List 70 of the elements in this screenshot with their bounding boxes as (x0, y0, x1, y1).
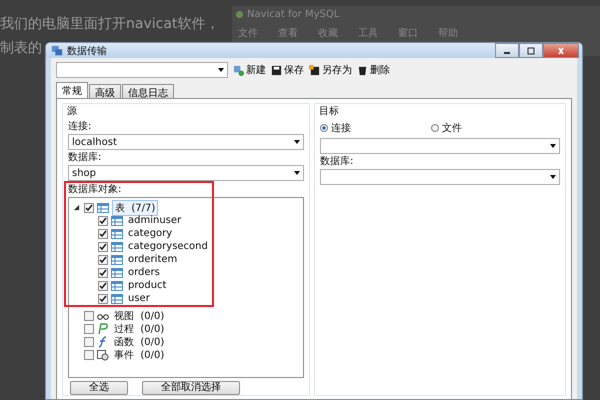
field-label: 数据库: (320, 156, 354, 168)
article-text: 制表的 (0, 39, 42, 58)
checkbox[interactable] (84, 350, 94, 360)
table-icon (111, 240, 123, 252)
tree-item[interactable]: adminuser (126, 215, 184, 226)
table-icon (111, 228, 123, 240)
checkbox[interactable] (98, 228, 108, 238)
checkbox[interactable] (98, 216, 108, 226)
toolbar-button[interactable]: 删除 (357, 63, 390, 77)
radio-option[interactable]: 连接 (320, 121, 351, 135)
new-file-icon (233, 64, 244, 76)
tree-item[interactable]: 视图 (0/0) (112, 308, 166, 322)
tab[interactable]: 常规 (56, 82, 88, 98)
table-icon (111, 280, 123, 292)
app-title: Navicat for MySQL (247, 8, 340, 20)
table-icon (111, 292, 123, 304)
function-icon (97, 336, 109, 348)
field-label: 数据库对象: (68, 184, 122, 195)
checkbox[interactable] (84, 324, 94, 334)
toolbar-button[interactable]: 保存 (271, 63, 304, 77)
checkbox[interactable] (98, 254, 108, 264)
window-title: 数据传输 (67, 44, 107, 58)
field-label: 连接: (68, 121, 92, 133)
tree-item[interactable]: 过程 (0/0) (112, 322, 166, 336)
tree-item[interactable]: product (126, 280, 168, 291)
tree-item[interactable]: orders (126, 267, 162, 278)
table-icon (111, 254, 123, 266)
checkbox[interactable] (84, 202, 94, 212)
close-icon (556, 46, 566, 54)
toolbar-button[interactable]: 另存为 (309, 63, 352, 77)
maximize-button[interactable] (519, 43, 543, 58)
tree-item[interactable]: 函数 (0/0) (112, 334, 166, 348)
tree-item[interactable]: 事件 (0/0) (112, 348, 166, 362)
toolbar-button[interactable]: 新建 (233, 63, 266, 77)
group-title: 目标 (319, 104, 340, 118)
minimize-button[interactable] (495, 43, 519, 58)
table-icon (111, 214, 123, 226)
connection-dropdown[interactable]: localhost (68, 134, 304, 150)
database-dropdown[interactable]: shop (68, 165, 304, 181)
maximize-icon (526, 46, 536, 54)
select-button[interactable]: 全部取消选择 (142, 381, 240, 395)
article-text: 我们的电脑里面打开navicat软件， (0, 15, 220, 34)
table-icon (97, 202, 109, 214)
tree-item[interactable]: orderitem (126, 254, 180, 265)
checkbox[interactable] (98, 280, 108, 290)
tab[interactable]: 高级 (89, 84, 121, 98)
calendar-clock-icon (97, 348, 109, 360)
checkbox[interactable] (84, 336, 94, 346)
tree-item[interactable]: categorysecond (126, 241, 210, 252)
checkbox[interactable] (98, 294, 108, 304)
save-as-icon (309, 64, 320, 76)
group-title: 源 (67, 105, 78, 118)
checkbox[interactable] (84, 310, 94, 320)
app-icon (235, 10, 244, 18)
procedure-icon (97, 322, 109, 334)
field-label: 数据库: (68, 152, 102, 164)
table-icon (111, 266, 123, 278)
radio-option[interactable]: 文件 (431, 121, 462, 135)
checkbox[interactable] (98, 268, 108, 278)
tree-item[interactable]: user (126, 293, 152, 304)
checkbox[interactable] (98, 242, 108, 252)
save-icon (271, 64, 282, 76)
close-button[interactable] (543, 43, 579, 58)
tree-item[interactable]: 表 (7/7) (112, 200, 158, 216)
tree-item[interactable]: category (126, 228, 174, 239)
trash-icon (357, 64, 368, 76)
transfer-icon (51, 44, 63, 56)
expanded-arrow-icon[interactable] (73, 204, 80, 211)
select-button[interactable]: 全选 (70, 381, 128, 395)
tab[interactable]: 信息日志 (122, 84, 174, 98)
